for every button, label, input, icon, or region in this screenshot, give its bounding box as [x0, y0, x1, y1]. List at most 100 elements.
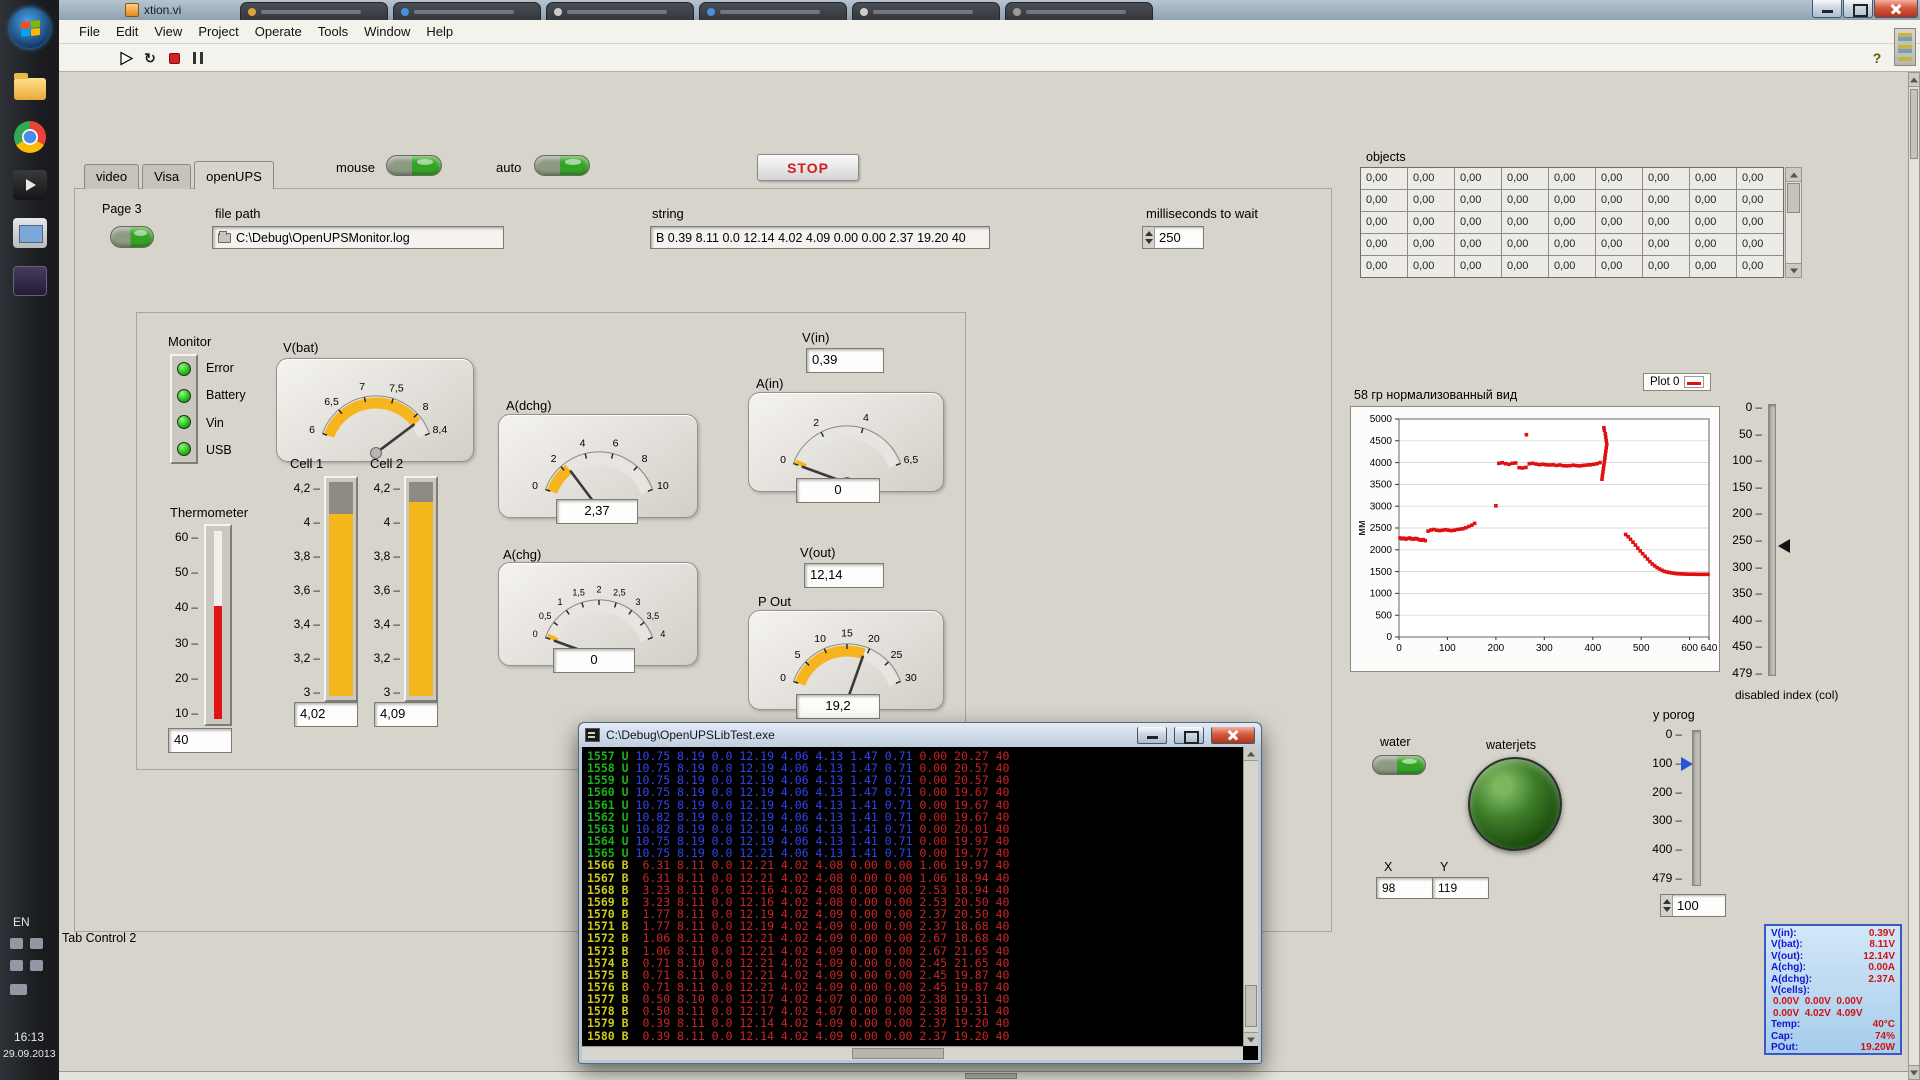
y-input[interactable]: 119 — [1432, 877, 1489, 899]
console-titlebar[interactable]: C:\Debug\OpenUPSLibTest.exe — [579, 723, 1261, 747]
page3-led[interactable] — [110, 226, 154, 248]
volume-tray-icon[interactable] — [30, 960, 43, 971]
tab-openups[interactable]: openUPS — [194, 161, 274, 189]
objects-cell[interactable]: 0,00 — [1455, 256, 1501, 277]
scroll-up-icon[interactable] — [1244, 747, 1258, 761]
menu-help[interactable]: Help — [418, 21, 461, 42]
console-vertical-scrollbar[interactable] — [1243, 747, 1258, 1046]
objects-cell[interactable]: 0,00 — [1549, 234, 1595, 255]
objects-cell[interactable]: 0,00 — [1643, 168, 1689, 189]
start-button[interactable] — [10, 8, 50, 48]
tray-icon[interactable] — [30, 938, 43, 949]
scroll-down-icon[interactable] — [1909, 1065, 1919, 1079]
console-horizontal-scrollbar[interactable] — [582, 1046, 1243, 1060]
objects-cell[interactable]: 0,00 — [1643, 190, 1689, 211]
background-tab[interactable] — [393, 2, 541, 20]
menu-window[interactable]: Window — [356, 21, 418, 42]
abort-icon[interactable] — [163, 47, 185, 69]
y-porog-input[interactable]: 100 — [1660, 894, 1726, 917]
console-close-button[interactable] — [1211, 727, 1255, 744]
scroll-up-icon[interactable] — [1786, 168, 1801, 182]
objects-cell[interactable]: 0,00 — [1502, 190, 1548, 211]
objects-cell[interactable]: 0,00 — [1596, 234, 1642, 255]
taskbar-item-explorer[interactable] — [9, 68, 51, 110]
run-continuous-icon[interactable]: ↻ — [139, 47, 161, 69]
console-minimize-button[interactable] — [1137, 727, 1167, 744]
waterjets-button[interactable] — [1468, 757, 1562, 851]
scroll-up-icon[interactable] — [1909, 73, 1919, 87]
taskbar-item-chrome[interactable] — [9, 116, 51, 158]
console-maximize-button[interactable] — [1174, 727, 1204, 744]
objects-cell[interactable]: 0,00 — [1549, 190, 1595, 211]
objects-cell[interactable]: 0,00 — [1408, 168, 1454, 189]
console-window[interactable]: C:\Debug\OpenUPSLibTest.exe 1557 U 10.75… — [578, 722, 1262, 1064]
disabled-index-pointer[interactable] — [1778, 539, 1790, 553]
objects-cell[interactable]: 0,00 — [1549, 212, 1595, 233]
objects-cell[interactable]: 0,00 — [1737, 190, 1783, 211]
objects-cell[interactable]: 0,00 — [1502, 168, 1548, 189]
keyboard-tray-icon[interactable] — [10, 938, 23, 949]
objects-cell[interactable]: 0,00 — [1455, 212, 1501, 233]
objects-cell[interactable]: 0,00 — [1737, 168, 1783, 189]
objects-cell[interactable]: 0,00 — [1408, 256, 1454, 277]
clock-time[interactable]: 16:13 — [14, 1030, 44, 1044]
background-tab[interactable] — [546, 2, 694, 20]
objects-cell[interactable]: 0,00 — [1549, 168, 1595, 189]
pause-icon[interactable] — [187, 47, 209, 69]
menu-operate[interactable]: Operate — [247, 21, 310, 42]
objects-cell[interactable]: 0,00 — [1549, 256, 1595, 277]
objects-cell[interactable]: 0,00 — [1361, 190, 1407, 211]
water-toggle[interactable] — [1372, 755, 1426, 775]
objects-cell[interactable]: 0,00 — [1737, 234, 1783, 255]
cell2-tank[interactable] — [404, 476, 438, 702]
menu-view[interactable]: View — [146, 21, 190, 42]
y-porog-slider[interactable] — [1692, 730, 1701, 886]
objects-cell[interactable]: 0,00 — [1737, 256, 1783, 277]
menu-edit[interactable]: Edit — [108, 21, 146, 42]
help-icon[interactable]: ? — [1866, 47, 1888, 69]
cell1-tank[interactable] — [324, 476, 358, 702]
objects-cell[interactable]: 0,00 — [1690, 234, 1736, 255]
objects-cell[interactable]: 0,00 — [1455, 190, 1501, 211]
taskbar-item-editor[interactable] — [9, 260, 51, 302]
objects-cell[interactable]: 0,00 — [1690, 256, 1736, 277]
plot-legend[interactable]: Plot 0 — [1643, 373, 1711, 391]
x-input[interactable]: 98 — [1376, 877, 1433, 899]
background-tab[interactable] — [852, 2, 1000, 20]
run-icon[interactable] — [115, 47, 137, 69]
mouse-toggle[interactable] — [386, 155, 442, 176]
objects-cell[interactable]: 0,00 — [1408, 212, 1454, 233]
objects-cell[interactable]: 0,00 — [1643, 212, 1689, 233]
objects-cell[interactable]: 0,00 — [1596, 212, 1642, 233]
window-titlebar[interactable]: xtion.vi — [59, 0, 1920, 20]
objects-cell[interactable]: 0,00 — [1502, 256, 1548, 277]
objects-cell[interactable]: 0,00 — [1408, 234, 1454, 255]
scroll-down-icon[interactable] — [1786, 263, 1801, 277]
minimize-button[interactable] — [1812, 0, 1842, 18]
menu-file[interactable]: File — [71, 21, 108, 42]
string-input[interactable]: B 0.39 8.11 0.0 12.14 4.02 4.09 0.00 0.0… — [650, 226, 990, 249]
objects-cell[interactable]: 0,00 — [1361, 234, 1407, 255]
panel-horizontal-scrollbar[interactable] — [59, 1071, 1908, 1080]
menu-project[interactable]: Project — [190, 21, 246, 42]
objects-cell[interactable]: 0,00 — [1502, 234, 1548, 255]
objects-cell[interactable]: 0,00 — [1690, 168, 1736, 189]
background-tab[interactable] — [1005, 2, 1153, 20]
maximize-button[interactable] — [1843, 0, 1873, 18]
tab-video[interactable]: video — [84, 164, 139, 189]
clock-date[interactable]: 29.09.2013 — [3, 1048, 56, 1060]
objects-cell[interactable]: 0,00 — [1596, 190, 1642, 211]
increment-decrement-icon[interactable] — [1143, 227, 1155, 248]
language-indicator[interactable]: EN — [13, 915, 30, 929]
objects-cell[interactable]: 0,00 — [1455, 168, 1501, 189]
network-tray-icon[interactable] — [10, 960, 23, 971]
objects-cell[interactable]: 0,00 — [1596, 168, 1642, 189]
objects-cell[interactable]: 0,00 — [1643, 234, 1689, 255]
objects-cell[interactable]: 0,00 — [1596, 256, 1642, 277]
auto-toggle[interactable] — [534, 155, 590, 176]
objects-cell[interactable]: 0,00 — [1361, 212, 1407, 233]
background-tab[interactable] — [240, 2, 388, 20]
objects-cell[interactable]: 0,00 — [1408, 190, 1454, 211]
objects-cell[interactable]: 0,00 — [1737, 212, 1783, 233]
file-path-input[interactable]: C:\Debug\OpenUPSMonitor.log — [212, 226, 504, 249]
